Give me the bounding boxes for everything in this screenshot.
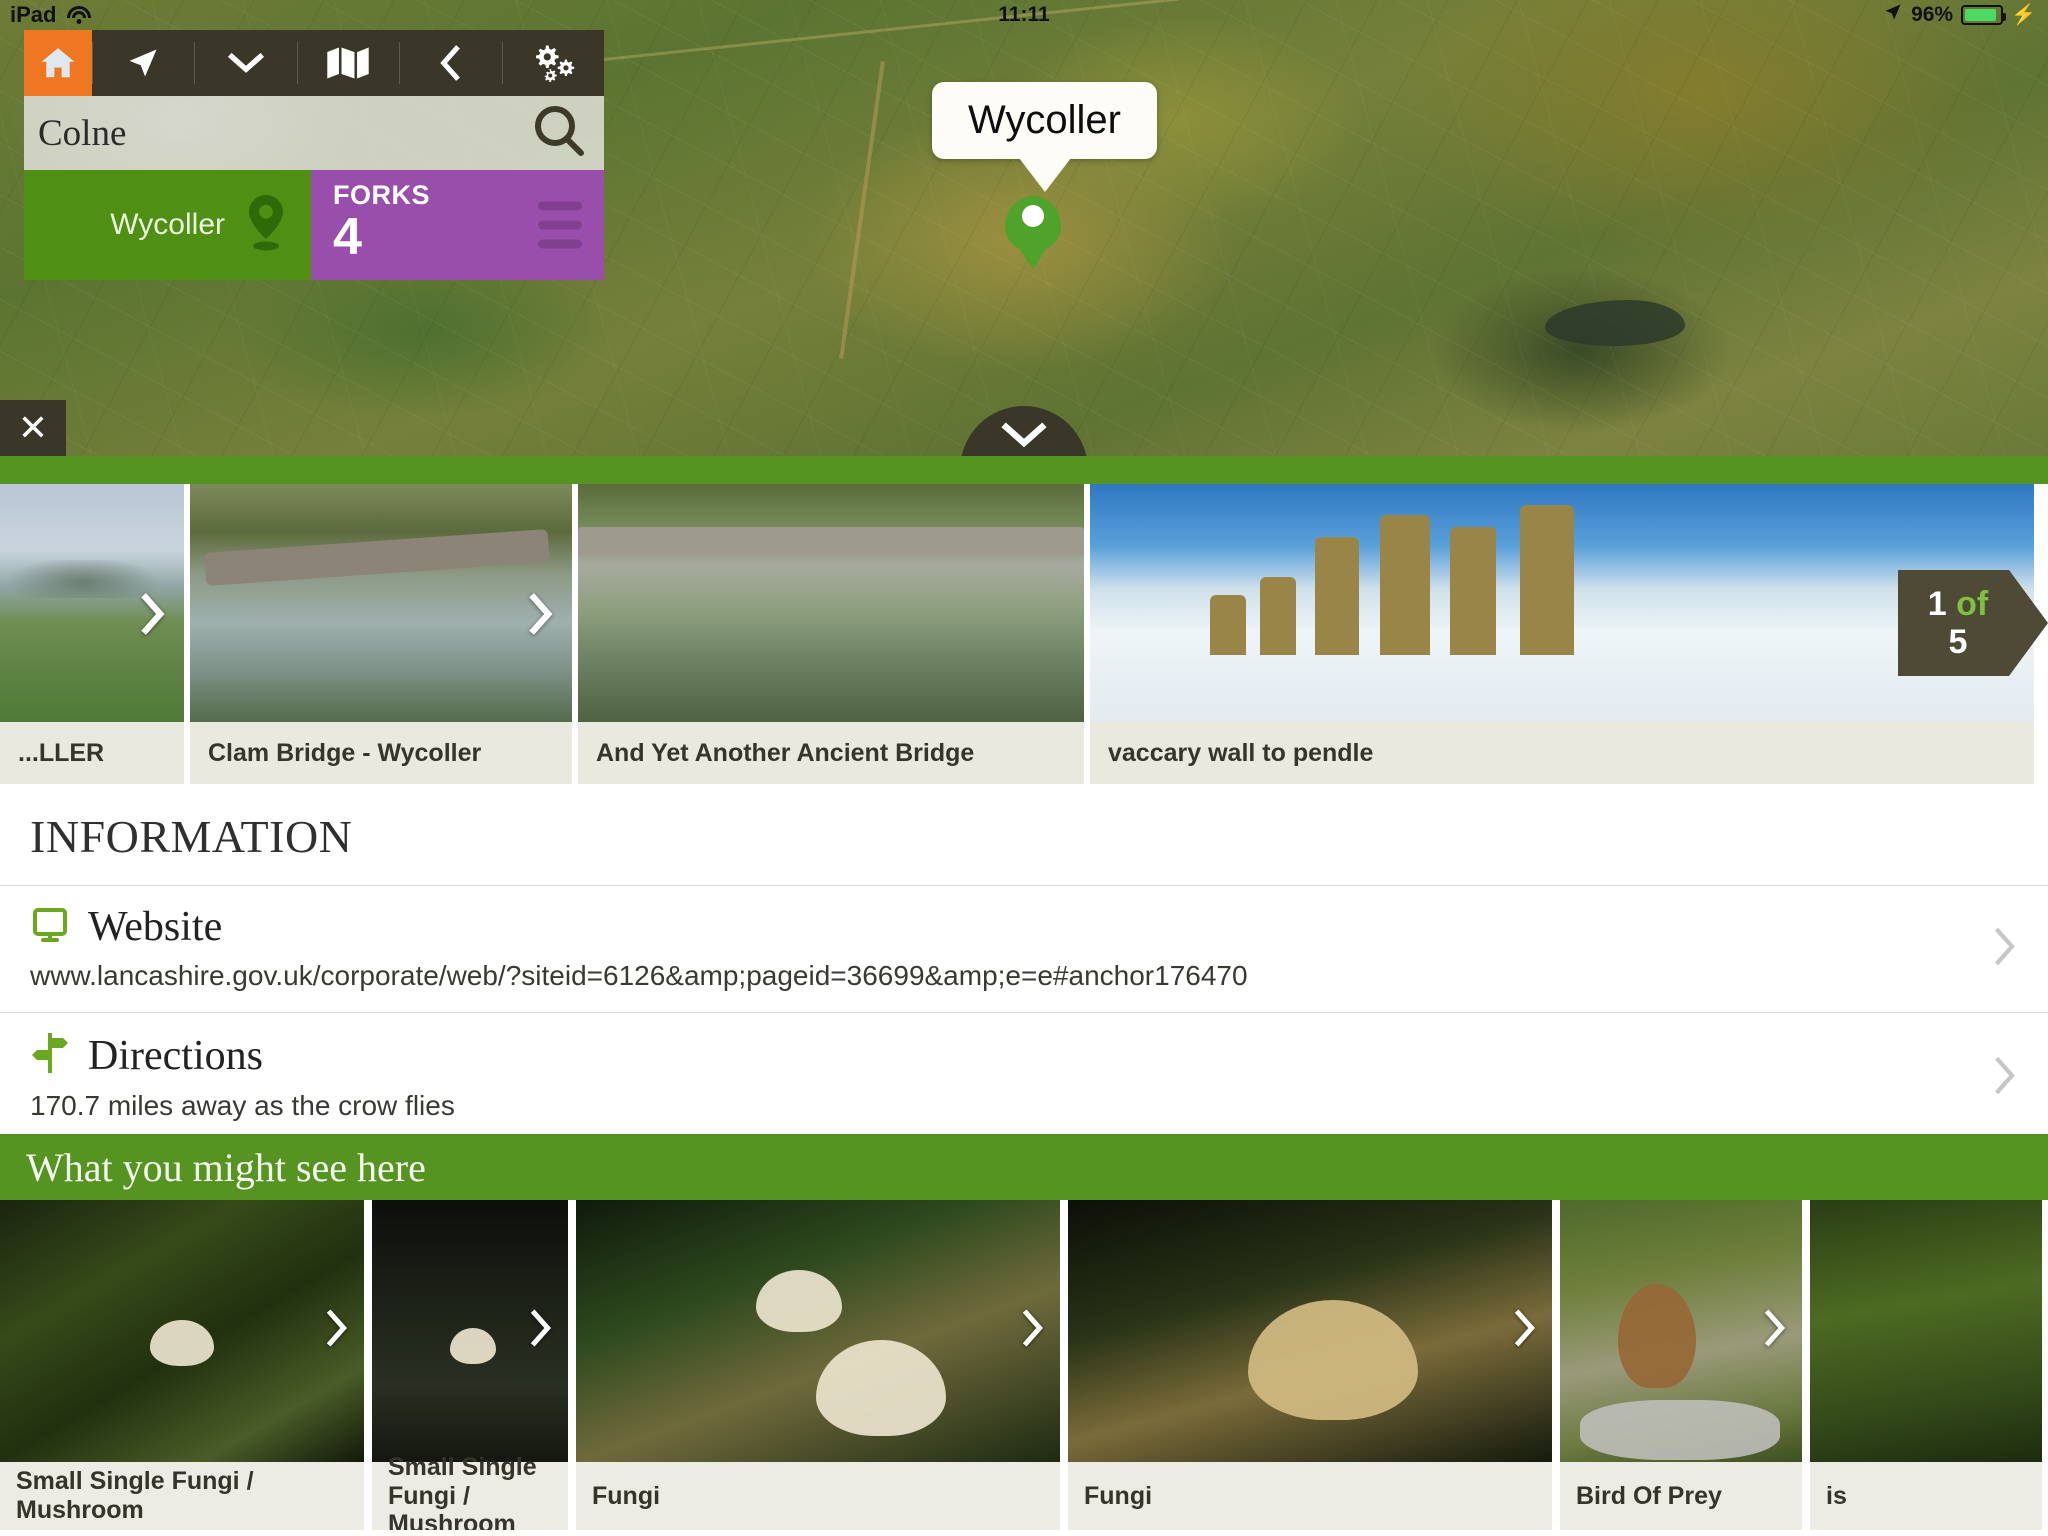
monitor-icon: [30, 905, 70, 950]
gears-icon: [530, 42, 576, 84]
search-panel: Colne Wycoller FORKS 4: [24, 96, 604, 280]
list-lines-icon[interactable]: [538, 201, 582, 249]
information-row-label: Website: [88, 904, 223, 950]
chevron-down-icon: [1000, 420, 1048, 455]
map-callout-label: Wycoller: [932, 82, 1157, 159]
search-icon[interactable]: [530, 102, 588, 165]
gallery-item[interactable]: And Yet Another Ancient Bridge: [578, 484, 1090, 784]
map-pin-icon[interactable]: [1005, 196, 1061, 264]
location-arrow-icon: [1883, 2, 1903, 28]
gallery-counter-top: 1 of: [1928, 585, 1988, 623]
species-caption: Fungi: [1068, 1462, 1552, 1530]
chevron-left-icon: [437, 44, 463, 82]
species-photo: [576, 1200, 1060, 1462]
gallery-item[interactable]: ...LLER: [0, 484, 190, 784]
chevron-right-icon[interactable]: [526, 592, 556, 641]
dropdown-button[interactable]: [194, 30, 296, 96]
species-gallery[interactable]: Small Single Fungi / Mushroom Small Sing…: [0, 1200, 2048, 1536]
navigation-arrow-icon: [125, 45, 161, 81]
gallery-caption: vaccary wall to pendle: [1090, 722, 2034, 784]
information-row-website[interactable]: Website www.lancashire.gov.uk/corporate/…: [0, 885, 2048, 1012]
species-caption: Bird Of Prey: [1560, 1462, 1802, 1530]
status-bar: iPad 11:11 96% ⚡: [0, 0, 2048, 30]
species-item[interactable]: Fungi: [576, 1200, 1068, 1530]
species-caption: Small Single Fungi / Mushroom: [0, 1462, 364, 1530]
chevron-right-icon[interactable]: [138, 592, 168, 641]
chevron-down-icon: [227, 50, 265, 76]
status-bar-time: 11:11: [998, 3, 1050, 26]
place-tile[interactable]: Wycoller: [24, 170, 311, 280]
battery-percent: 96%: [1911, 3, 1954, 26]
information-row-directions[interactable]: Directions 170.7 miles away as the crow …: [0, 1012, 2048, 1142]
map-layers-button[interactable]: [296, 30, 399, 96]
place-tile-label: Wycoller: [110, 208, 225, 241]
species-section-title: What you might see here: [26, 1144, 426, 1190]
gallery-caption: And Yet Another Ancient Bridge: [578, 722, 1084, 784]
home-icon: [38, 44, 78, 82]
chevron-right-icon[interactable]: [1992, 1054, 2018, 1101]
gallery-counter-of: of: [1956, 584, 1989, 623]
species-item[interactable]: Small Single Fungi / Mushroom: [0, 1200, 372, 1530]
back-button[interactable]: [399, 30, 501, 96]
species-photo: [1068, 1200, 1552, 1462]
map-pin-icon: [243, 193, 289, 258]
information-row-detail: 170.7 miles away as the crow flies: [30, 1090, 455, 1122]
close-icon: ✕: [17, 407, 49, 448]
species-photo: [0, 1200, 364, 1462]
chevron-right-icon[interactable]: [528, 1308, 554, 1353]
photo-gallery[interactable]: ...LLER Clam Bridge - Wycoller And Yet A…: [0, 484, 2048, 784]
species-section-header: What you might see here: [0, 1134, 2048, 1200]
map-tiles: Wycoller FORKS 4: [24, 170, 604, 280]
chevron-right-icon[interactable]: [1020, 1308, 1046, 1353]
gallery-counter-total: 5: [1948, 623, 1968, 661]
map-icon: [326, 46, 370, 80]
species-caption: is: [1810, 1462, 2042, 1530]
map-callout[interactable]: Wycoller: [932, 82, 1157, 192]
search-bar[interactable]: Colne: [24, 96, 604, 170]
page-title: INFORMATION: [30, 811, 353, 862]
settings-button[interactable]: [501, 30, 604, 96]
chevron-right-icon[interactable]: [1512, 1308, 1538, 1353]
gallery-counter-current: 1: [1927, 584, 1947, 623]
species-item[interactable]: is: [1810, 1200, 2048, 1530]
forks-tile[interactable]: FORKS 4: [311, 170, 604, 280]
gallery-item[interactable]: Clam Bridge - Wycoller: [190, 484, 578, 784]
home-button[interactable]: [24, 30, 92, 96]
map-callout-tail: [1018, 158, 1071, 192]
information-row-label: Directions: [88, 1032, 263, 1079]
chevron-right-icon[interactable]: [324, 1308, 350, 1353]
species-item[interactable]: Small Single Fungi / Mushroom: [372, 1200, 576, 1530]
information-section: INFORMATION Website www.lancashire.gov.u…: [0, 784, 2048, 1142]
species-photo: [1810, 1200, 2042, 1462]
gallery-photo: [578, 484, 1084, 722]
status-bar-right: 96% ⚡: [1883, 2, 2036, 28]
gallery-photo: [1090, 484, 2034, 722]
species-item[interactable]: Bird Of Prey: [1560, 1200, 1810, 1530]
map-view[interactable]: Wycoller Colne Wycoller FORKS 4 ✕: [0, 0, 2048, 456]
battery-icon: [1961, 5, 2007, 25]
locate-button[interactable]: [92, 30, 194, 96]
species-caption: Small Single Fungi / Mushroom: [372, 1453, 568, 1530]
gallery-item[interactable]: vaccary wall to pendle: [1090, 484, 2040, 784]
search-input[interactable]: Colne: [38, 112, 530, 155]
section-divider: [0, 456, 2048, 484]
species-item[interactable]: Fungi: [1068, 1200, 1560, 1530]
map-toolbar: [24, 30, 604, 96]
gallery-caption: ...LLER: [0, 722, 184, 784]
close-map-button[interactable]: ✕: [0, 400, 66, 456]
chevron-right-icon[interactable]: [1762, 1308, 1788, 1353]
signpost-icon: [30, 1031, 70, 1080]
app-screen: Wycoller Colne Wycoller FORKS 4 ✕ ...LLE…: [0, 0, 2048, 1536]
charging-bolt-icon: ⚡: [2011, 4, 2036, 26]
gallery-caption: Clam Bridge - Wycoller: [190, 722, 572, 784]
species-caption: Fungi: [576, 1462, 1060, 1530]
information-row-detail: www.lancashire.gov.uk/corporate/web/?sit…: [30, 960, 1248, 992]
chevron-right-icon[interactable]: [1992, 926, 2018, 973]
gallery-photo: [190, 484, 572, 722]
